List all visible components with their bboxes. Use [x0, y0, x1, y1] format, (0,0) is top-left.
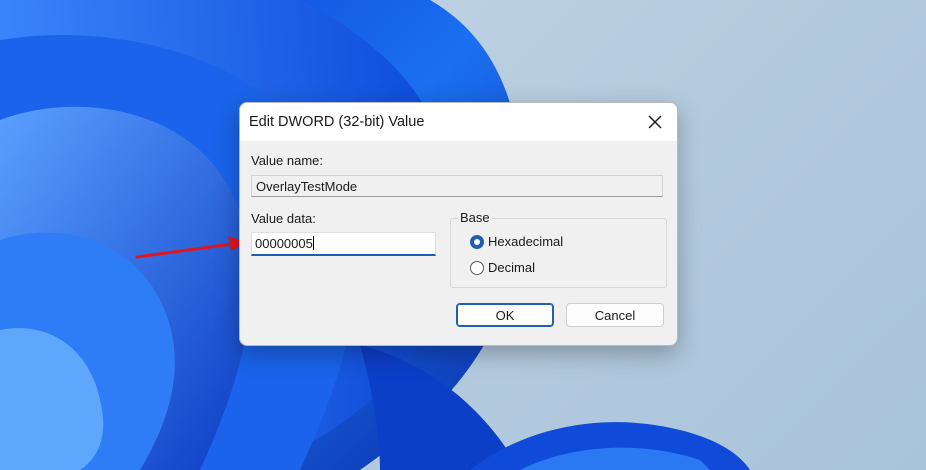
radio-unchecked-icon	[470, 260, 484, 275]
radio-hexadecimal[interactable]: Hexadecimal	[470, 234, 563, 249]
value-name-field[interactable]: OverlayTestMode	[251, 175, 663, 197]
value-data-input[interactable]: 00000005	[251, 232, 436, 256]
base-group-label: Base	[458, 210, 492, 225]
radio-hexadecimal-label: Hexadecimal	[488, 234, 564, 249]
value-data-text: 00000005	[255, 236, 313, 251]
text-caret	[312, 236, 314, 250]
value-data-label: Value data:	[251, 211, 316, 226]
radio-decimal-label: Decimal	[488, 260, 535, 275]
radio-decimal[interactable]: Decimal	[470, 260, 535, 275]
dialog-titlebar: Edit DWORD (32-bit) Value	[240, 103, 677, 141]
edit-dword-dialog: Edit DWORD (32-bit) Value Value name: Ov…	[239, 102, 678, 346]
close-icon	[648, 115, 662, 129]
cancel-button[interactable]: Cancel	[566, 303, 664, 327]
ok-button[interactable]: OK	[456, 303, 554, 327]
base-group	[450, 218, 667, 288]
dialog-title: Edit DWORD (32-bit) Value	[249, 114, 425, 130]
value-name-label: Value name:	[251, 153, 324, 168]
close-button[interactable]	[639, 107, 671, 137]
radio-checked-icon	[470, 234, 484, 249]
desktop: Edit DWORD (32-bit) Value Value name: Ov…	[0, 0, 926, 470]
